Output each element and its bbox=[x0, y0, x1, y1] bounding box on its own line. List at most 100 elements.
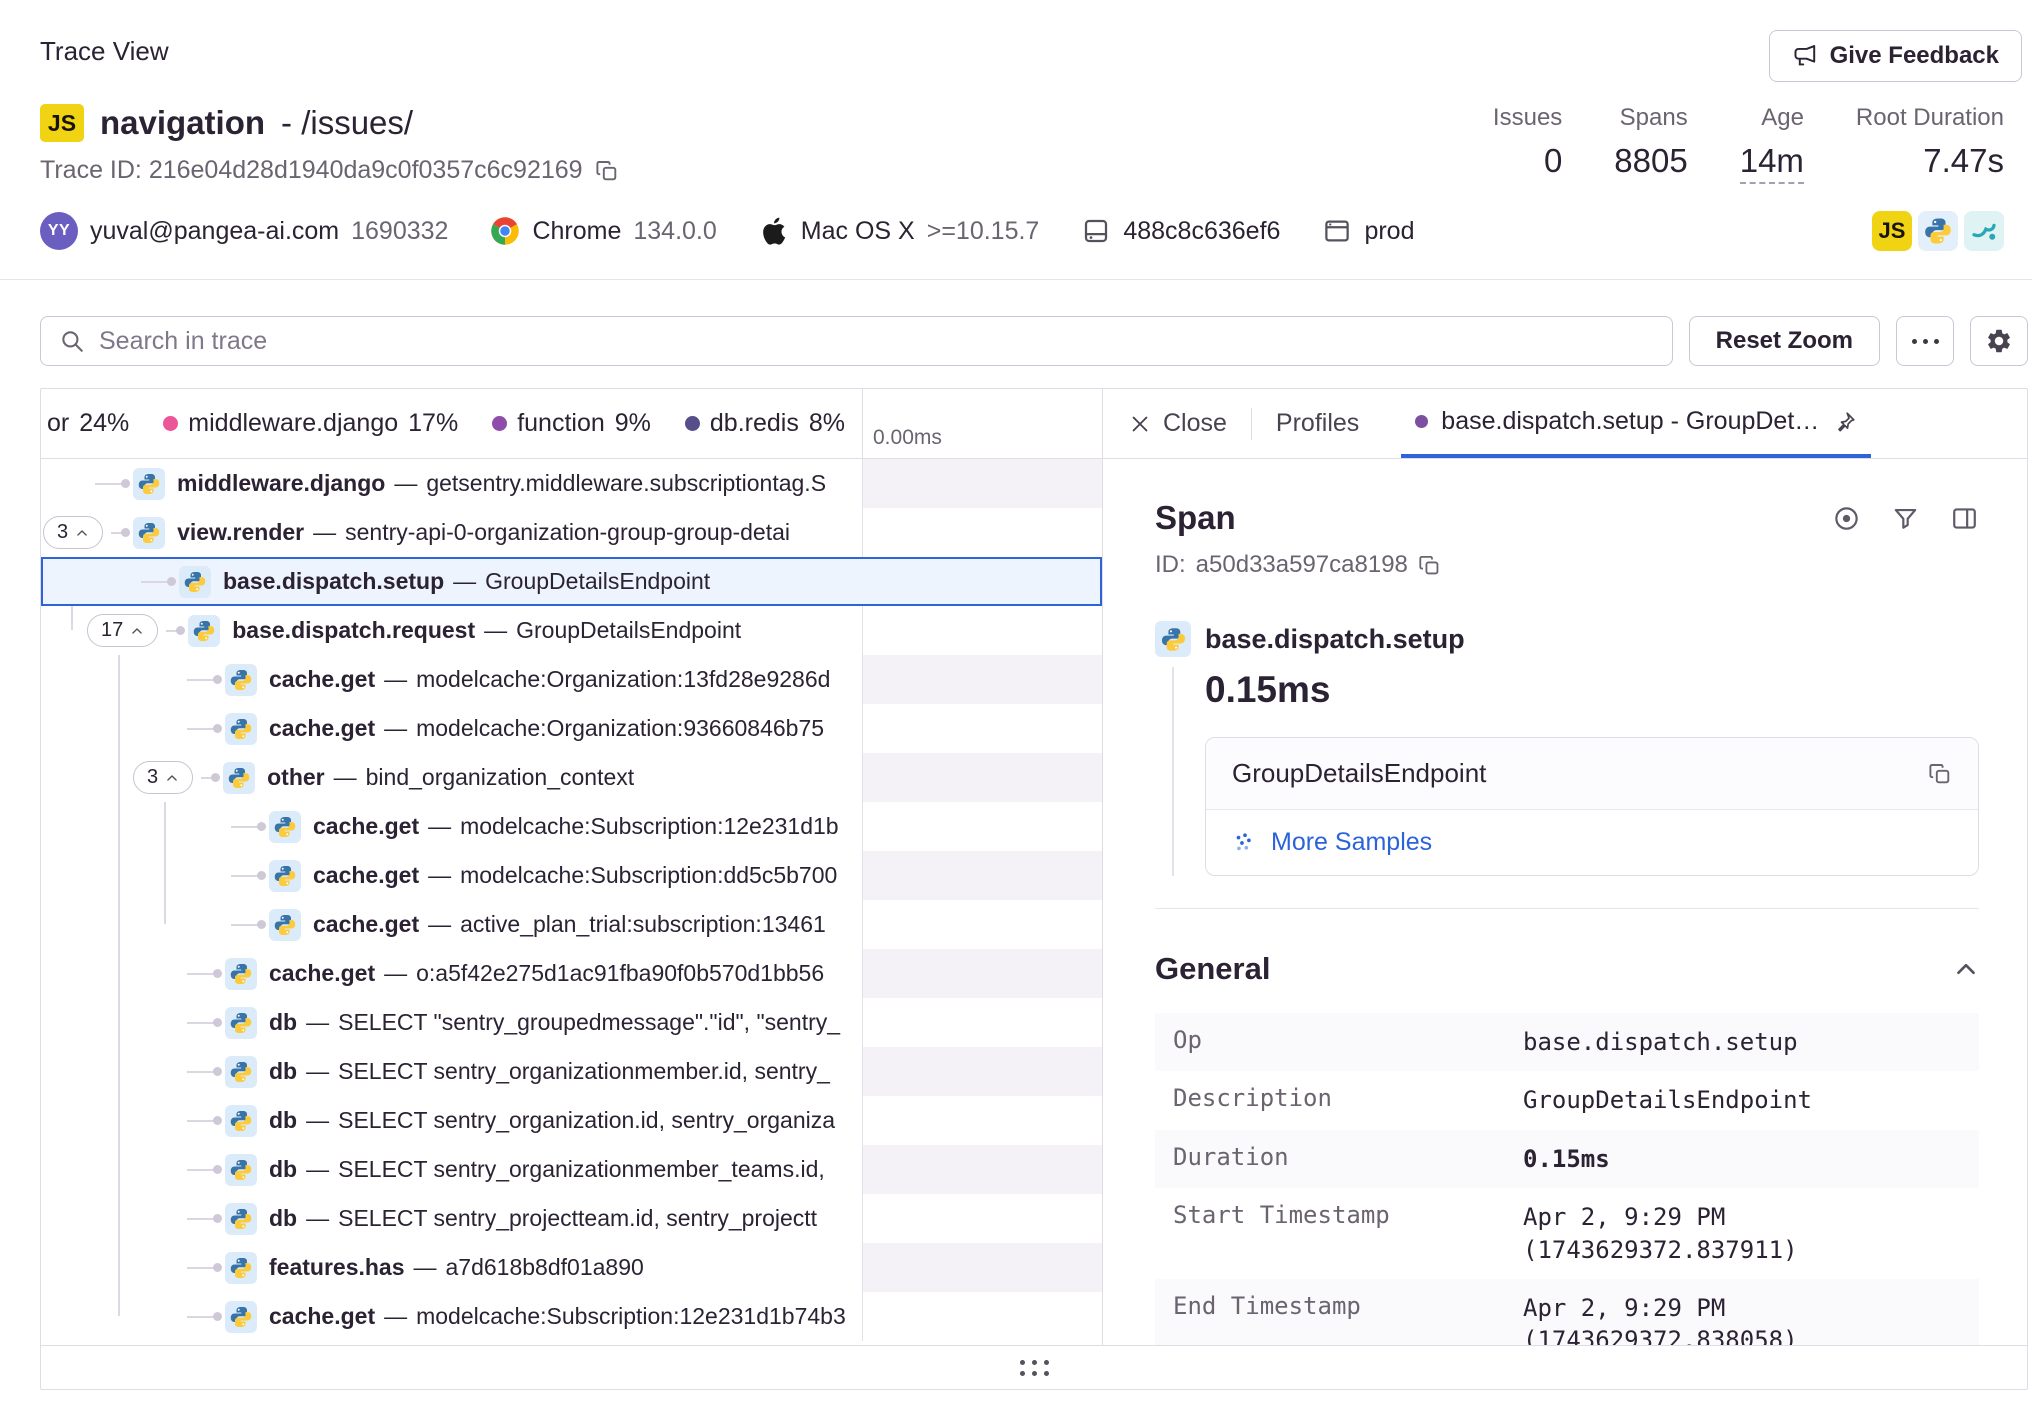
span-op: view.render bbox=[177, 519, 304, 546]
give-feedback-button[interactable]: Give Feedback bbox=[1769, 30, 2022, 82]
span-op: features.has bbox=[269, 1254, 405, 1281]
stat-spans: Spans 8805 bbox=[1614, 104, 1687, 184]
tree-connector-icon bbox=[111, 532, 125, 534]
collapse-badge[interactable]: 3 bbox=[133, 761, 193, 794]
python-icon bbox=[133, 517, 165, 549]
span-description: SELECT "sentry_groupedmessage"."id", "se… bbox=[338, 1009, 840, 1036]
span-description: GroupDetailsEndpoint bbox=[516, 617, 741, 644]
device-icon bbox=[1081, 216, 1111, 246]
tree-connector-icon bbox=[187, 1120, 217, 1122]
python-icon bbox=[225, 958, 257, 990]
collapse-badge[interactable]: 3 bbox=[43, 516, 103, 549]
settings-button[interactable] bbox=[1970, 316, 2028, 366]
python-icon bbox=[1155, 621, 1191, 657]
filter-icon[interactable] bbox=[1891, 504, 1920, 533]
legend-dot-icon bbox=[492, 416, 507, 431]
trace-path-title: - /issues/ bbox=[281, 104, 413, 142]
more-options-button[interactable] bbox=[1896, 316, 1954, 366]
tree-connector-icon bbox=[231, 826, 261, 828]
general-table: Op base.dispatch.setup Description Group… bbox=[1155, 1013, 1979, 1345]
span-description: a7d618b8df01a890 bbox=[446, 1254, 644, 1281]
python-icon bbox=[225, 1301, 257, 1333]
python-icon bbox=[188, 615, 220, 647]
span-op: db bbox=[269, 1107, 297, 1134]
copy-icon[interactable] bbox=[1418, 554, 1441, 577]
trace-stats: Issues 0 Spans 8805 Age 14m Root Duratio… bbox=[1493, 104, 2022, 184]
trace-legend-band: or 24% middleware.django 17% function 9% bbox=[41, 389, 1102, 459]
trace-row[interactable]: db — SELECT "sentry_groupedmessage"."id"… bbox=[41, 998, 1102, 1047]
trace-row[interactable]: db — SELECT sentry_organizationmember_te… bbox=[41, 1145, 1102, 1194]
span-op: cache.get bbox=[269, 960, 375, 987]
python-icon bbox=[225, 1203, 257, 1235]
focus-span-icon[interactable] bbox=[1832, 504, 1861, 533]
pin-icon[interactable] bbox=[1833, 410, 1857, 434]
span-op: cache.get bbox=[269, 666, 375, 693]
table-row: Op base.dispatch.setup bbox=[1155, 1013, 1979, 1071]
trace-row[interactable]: db — SELECT sentry_projectteam.id, sentr… bbox=[41, 1194, 1102, 1243]
search-input[interactable] bbox=[99, 327, 1654, 356]
stat-issues: Issues 0 bbox=[1493, 104, 1562, 184]
avatar: YY bbox=[40, 212, 78, 250]
search-box bbox=[40, 316, 1673, 366]
tree-connector-icon bbox=[187, 1169, 217, 1171]
divider bbox=[1251, 408, 1252, 440]
timeline-cell bbox=[862, 802, 1102, 851]
general-section: General Op base.dispatch.setup Descripti… bbox=[1155, 908, 1979, 1345]
panel-resize-handle[interactable] bbox=[41, 1345, 2027, 1389]
trace-row[interactable]: 17 base.dispatch.request — GroupDetailsE… bbox=[41, 606, 1102, 655]
window-icon bbox=[1322, 216, 1352, 246]
trace-row[interactable]: cache.get — active_plan_trial:subscripti… bbox=[41, 900, 1102, 949]
trace-title-block: JS navigation - /issues/ Trace ID: 216e0… bbox=[40, 104, 619, 185]
timeline-cell bbox=[862, 900, 1102, 949]
close-details-button[interactable]: Close bbox=[1129, 409, 1227, 438]
chevron-up-icon bbox=[75, 526, 89, 540]
tab-span-details[interactable]: base.dispatch.setup - GroupDetails… bbox=[1401, 389, 1871, 458]
trace-row[interactable]: features.has — a7d618b8df01a890 bbox=[41, 1243, 1102, 1292]
trace-row-selected[interactable]: base.dispatch.setup — GroupDetailsEndpoi… bbox=[41, 557, 1102, 606]
reset-zoom-button[interactable]: Reset Zoom bbox=[1689, 316, 1880, 366]
table-row: Start Timestamp Apr 2, 9:29 PM (17436293… bbox=[1155, 1188, 1979, 1279]
sample-description: GroupDetailsEndpoint bbox=[1232, 758, 1486, 789]
browser-meta: Chrome 134.0.0 bbox=[490, 216, 716, 246]
trace-row[interactable]: middleware.django — getsentry.middleware… bbox=[41, 459, 1102, 508]
trace-row[interactable]: cache.get — modelcache:Subscription:12e2… bbox=[41, 802, 1102, 851]
dot-grid-handle-icon bbox=[1020, 1360, 1049, 1376]
more-samples-link[interactable]: More Samples bbox=[1206, 810, 1978, 875]
trace-row[interactable]: cache.get — modelcache:Organization:9366… bbox=[41, 704, 1102, 753]
trace-row[interactable]: 3 other — bind_organization_context bbox=[41, 753, 1102, 802]
trace-row[interactable]: db — SELECT sentry_organization.id, sent… bbox=[41, 1096, 1102, 1145]
gear-icon bbox=[1985, 327, 2013, 355]
copy-icon[interactable] bbox=[595, 159, 619, 183]
span-op: base.dispatch.request bbox=[232, 617, 475, 644]
layout-columns-icon[interactable] bbox=[1950, 504, 1979, 533]
trace-row[interactable]: cache.get — modelcache:Subscription:dd5c… bbox=[41, 851, 1102, 900]
python-icon bbox=[269, 909, 301, 941]
copy-icon[interactable] bbox=[1928, 762, 1952, 786]
python-icon bbox=[269, 860, 301, 892]
tree-connector-icon bbox=[166, 630, 180, 632]
details-tabbar: Close Profiles base.dispatch.setup - Gro… bbox=[1103, 389, 2027, 459]
python-icon bbox=[225, 713, 257, 745]
span-description: SELECT sentry_organizationmember.id, sen… bbox=[338, 1058, 830, 1085]
python-icon bbox=[133, 468, 165, 500]
collapse-section-icon[interactable] bbox=[1953, 956, 1979, 982]
timeline-cell bbox=[862, 606, 1102, 655]
trace-row[interactable]: 3 view.render — sentry-api-0-organizatio… bbox=[41, 508, 1102, 557]
platform-icons: JS bbox=[1872, 211, 2022, 251]
tab-profiles[interactable]: Profiles bbox=[1276, 409, 1359, 438]
legend-item: function 9% bbox=[492, 409, 651, 438]
javascript-platform-badge: JS bbox=[1872, 211, 1912, 251]
collapse-badge[interactable]: 17 bbox=[87, 614, 158, 647]
trace-row[interactable]: cache.get — modelcache:Organization:13fd… bbox=[41, 655, 1102, 704]
stat-age: Age 14m bbox=[1740, 104, 1804, 184]
trace-meta-row: YY yuval@pangea-ai.com 1690332 Chrome 13… bbox=[40, 211, 2022, 251]
trace-row[interactable]: db — SELECT sentry_organizationmember.id… bbox=[41, 1047, 1102, 1096]
span-description: bind_organization_context bbox=[366, 764, 635, 791]
span-description: active_plan_trial:subscription:13461 bbox=[460, 911, 826, 938]
trace-row[interactable]: cache.get — o:a5f42e275d1ac91fba90f0b570… bbox=[41, 949, 1102, 998]
span-description: SELECT sentry_organization.id, sentry_or… bbox=[338, 1107, 835, 1134]
search-icon bbox=[59, 328, 85, 354]
trace-row[interactable]: cache.get — modelcache:Subscription:12e2… bbox=[41, 1292, 1102, 1341]
span-guide-line bbox=[1172, 667, 1174, 876]
span-description: getsentry.middleware.subscriptiontag.S bbox=[426, 470, 826, 497]
